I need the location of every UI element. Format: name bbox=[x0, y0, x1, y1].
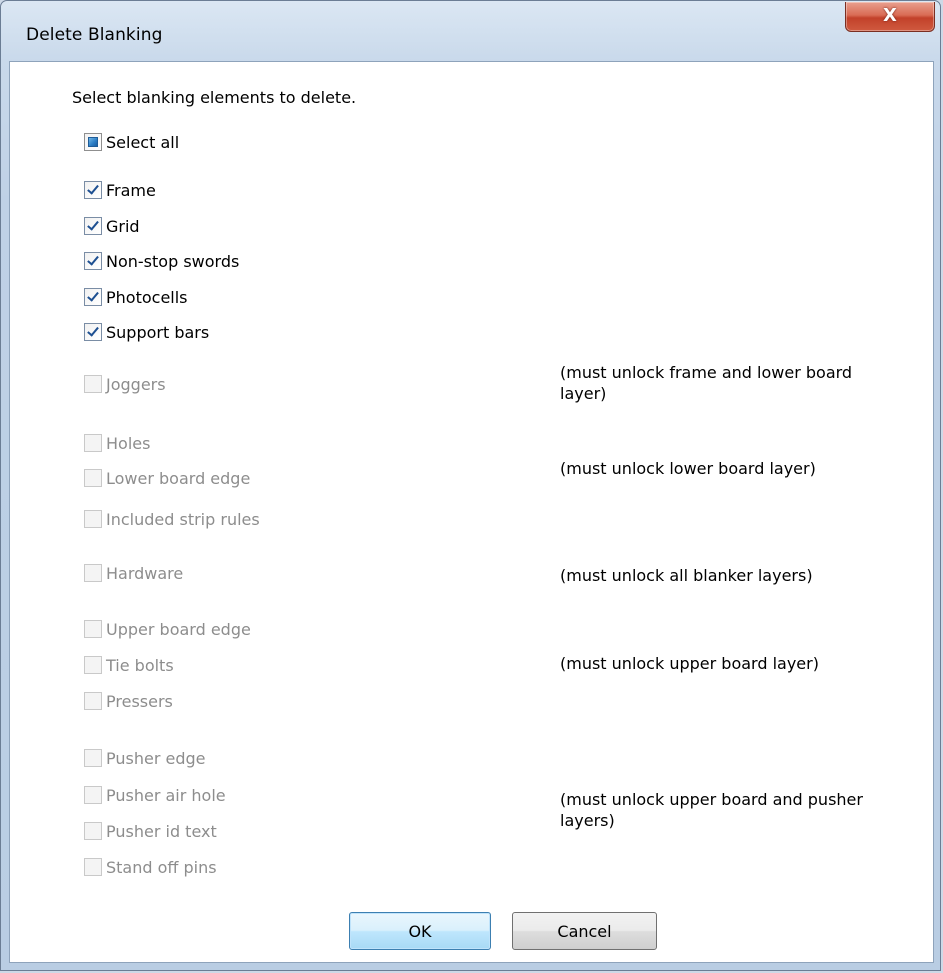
checkbox-box bbox=[84, 749, 102, 767]
checkbox-label: Grid bbox=[106, 216, 140, 236]
checkbox-box[interactable] bbox=[84, 217, 102, 235]
instruction-text: Select blanking elements to delete. bbox=[72, 88, 357, 107]
checkbox-box bbox=[84, 510, 102, 528]
included-strip-rules-checkbox: Included strip rules bbox=[84, 508, 260, 530]
holes-checkbox: Holes bbox=[84, 432, 150, 454]
joggers-checkbox: Joggers bbox=[84, 373, 166, 395]
all-blanker-note: (must unlock all blanker layers) bbox=[560, 566, 813, 585]
checkbox-box bbox=[84, 692, 102, 710]
checkbox-label: Lower board edge bbox=[106, 468, 251, 488]
select-all-label: Select all bbox=[106, 132, 180, 152]
checkbox-box bbox=[84, 434, 102, 452]
pusher-air-hole-checkbox: Pusher air hole bbox=[84, 784, 226, 806]
checkbox-label: Tie bolts bbox=[106, 655, 174, 675]
upper-board-note: (must unlock upper board layer) bbox=[560, 654, 819, 673]
checkbox-box bbox=[84, 375, 102, 393]
pressers-checkbox: Pressers bbox=[84, 690, 173, 712]
checkbox-label: Pusher air hole bbox=[106, 785, 226, 805]
stand-off-pins-checkbox: Stand off pins bbox=[84, 856, 217, 878]
upper-board-edge-checkbox: Upper board edge bbox=[84, 618, 251, 640]
lower-board-note: (must unlock lower board layer) bbox=[560, 459, 816, 478]
joggers-note: (must unlock frame and lower board layer… bbox=[560, 363, 853, 403]
checkbox-label: Upper board edge bbox=[106, 619, 251, 639]
support-bars-checkbox[interactable]: Support bars bbox=[84, 321, 209, 343]
close-icon: X bbox=[883, 5, 897, 26]
checkbox-label: Support bars bbox=[106, 322, 210, 342]
checkbox-label: Pressers bbox=[106, 691, 173, 711]
grid-checkbox[interactable]: Grid bbox=[84, 215, 140, 237]
dialog-content: Select blanking elements to delete. Sele… bbox=[9, 61, 934, 963]
checkbox-box[interactable] bbox=[84, 181, 102, 199]
checkbox-box bbox=[84, 656, 102, 674]
frame-checkbox[interactable]: Frame bbox=[84, 179, 156, 201]
lower-board-edge-checkbox: Lower board edge bbox=[84, 467, 250, 489]
cancel-button[interactable]: Cancel bbox=[512, 912, 657, 950]
close-button[interactable]: X bbox=[845, 2, 935, 32]
checkbox-label: Hardware bbox=[106, 563, 184, 583]
checkbox-box bbox=[84, 469, 102, 487]
checkbox-label: Joggers bbox=[106, 374, 166, 394]
select-all-checkbox[interactable]: Select all bbox=[84, 131, 179, 153]
tie-bolts-checkbox: Tie bolts bbox=[84, 654, 174, 676]
pusher-edge-checkbox: Pusher edge bbox=[84, 747, 206, 769]
dialog-title: Delete Blanking bbox=[26, 25, 163, 45]
checkbox-label: Non-stop swords bbox=[106, 251, 240, 271]
select-all-checkbox-box[interactable] bbox=[84, 133, 102, 151]
title-bar[interactable]: Delete Blanking X bbox=[1, 1, 940, 61]
checkbox-box[interactable] bbox=[84, 288, 102, 306]
checkbox-box bbox=[84, 620, 102, 638]
checkbox-label: Pusher edge bbox=[106, 748, 206, 768]
non-stop-swords-checkbox[interactable]: Non-stop swords bbox=[84, 250, 239, 272]
checkbox-label: Holes bbox=[106, 433, 151, 453]
checkbox-box[interactable] bbox=[84, 252, 102, 270]
checkbox-label: Frame bbox=[106, 180, 156, 200]
hardware-checkbox: Hardware bbox=[84, 562, 183, 584]
pusher-note: (must unlock upper board and pusher laye… bbox=[560, 790, 863, 830]
ok-button[interactable]: OK bbox=[349, 912, 491, 950]
checkbox-box bbox=[84, 822, 102, 840]
checkbox-box bbox=[84, 858, 102, 876]
checkbox-box bbox=[84, 564, 102, 582]
photocells-checkbox[interactable]: Photocells bbox=[84, 286, 188, 308]
checkbox-box bbox=[84, 786, 102, 804]
pusher-id-text-checkbox: Pusher id text bbox=[84, 820, 217, 842]
checkbox-label: Photocells bbox=[106, 287, 188, 307]
checkbox-label: Stand off pins bbox=[106, 857, 217, 877]
delete-blanking-dialog: Delete Blanking X Select blanking elemen… bbox=[0, 0, 941, 971]
checkbox-box[interactable] bbox=[84, 323, 102, 341]
checkbox-label: Included strip rules bbox=[106, 509, 260, 529]
checkbox-label: Pusher id text bbox=[106, 821, 217, 841]
